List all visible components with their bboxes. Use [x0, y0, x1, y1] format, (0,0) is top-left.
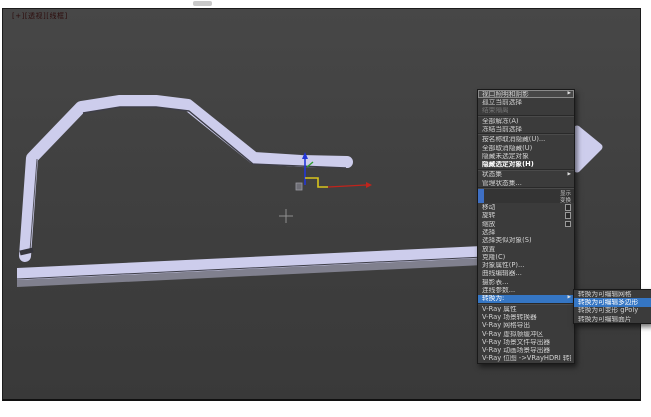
menu-item[interactable]: V-Ray 场景转换器 — [478, 313, 574, 321]
menu-item[interactable]: 隐藏选定对象(H) — [478, 160, 574, 168]
menu-item-label: 移动 — [482, 204, 563, 211]
menu-item-label: V-Ray 位图 ->VRayHDRI 转换器 — [482, 355, 571, 362]
menu-item-label: 曲线编辑器... — [482, 270, 571, 277]
menu-item-label: V-Ray 虚拟帧缓冲区 — [482, 331, 571, 338]
menu-item[interactable]: V-Ray 位图 ->VRayHDRI 转换器 — [478, 355, 574, 363]
submenu-arrow-icon: ▶ — [568, 92, 571, 97]
settings-box-icon[interactable] — [565, 204, 572, 211]
menu-item[interactable]: 视口照明和阴影▶ — [478, 90, 574, 98]
menu-item-label: 管理状态集... — [482, 180, 571, 187]
menu-item[interactable]: 缩放 — [478, 220, 574, 228]
ribbon-shape[interactable] — [25, 101, 347, 256]
menu-item[interactable]: V-Ray 网格导出 — [478, 321, 574, 329]
menu-item-label: 隐藏未选定对象 — [482, 153, 571, 160]
menu-item-label: 选择 — [482, 229, 571, 236]
menu-item[interactable]: 转换为可编辑多边形 — [574, 298, 651, 306]
menu-item-label: 转换为可编辑网格 — [578, 291, 648, 298]
menu-item-label: 视口照明和阴影 — [482, 91, 567, 98]
menu-item-label: V-Ray 网格导出 — [482, 322, 571, 329]
menu-item[interactable]: 管理状态集... — [478, 179, 574, 187]
convert-to-submenu: 转换为可编辑网格转换为可编辑多边形转换为可变形 gPoly 转换为可编辑面片 — [573, 289, 651, 324]
quad-context-menu: 视口照明和阴影▶孤立当前选择结束隔离全部解冻(A)冻结当前选择按名称取消隐藏(U… — [477, 89, 575, 364]
menu-item-label: 转换为可编辑多边形 — [578, 299, 648, 306]
menu-item-label: 转换为: — [482, 295, 567, 302]
menu-item[interactable]: 摄影表... — [478, 278, 574, 286]
menu-item-label: 状态集 — [482, 171, 567, 178]
menu-item-label: V-Ray 属性 — [482, 306, 571, 313]
gizmo-x-arrowhead — [366, 182, 372, 188]
menu-item[interactable]: 转换为:▶ — [478, 295, 574, 303]
menu-item[interactable]: 按名称取消隐藏(U)... — [478, 135, 574, 143]
gizmo-center-box — [296, 183, 302, 190]
menu-item-label: 放置 — [482, 246, 571, 253]
menu-item-label: 全部取消隐藏(U) — [482, 145, 571, 152]
crosshair-icon — [279, 209, 293, 223]
menu-item-label: 按名称取消隐藏(U)... — [482, 136, 571, 143]
menu-item-label: 冻结当前选择 — [482, 126, 571, 133]
quad-marker-icon — [478, 189, 484, 196]
menu-item[interactable]: 选择 — [478, 228, 574, 236]
menu-item-label: V-Ray 场景文件导出器 — [482, 339, 571, 346]
menu-item-label: 隐藏选定对象(H) — [482, 161, 571, 168]
menu-item[interactable]: 对象属性(P)... — [478, 261, 574, 269]
menu-item-label: 转换为可变形 gPoly — [578, 307, 648, 314]
menu-item[interactable]: 转换为可编辑网格 — [574, 290, 651, 298]
menu-item[interactable]: 曲线编辑器... — [478, 270, 574, 278]
menu-item-label: 孤立当前选择 — [482, 99, 571, 106]
page-artifact-smudge — [193, 1, 212, 6]
menu-item[interactable]: 全部取消隐藏(U) — [478, 144, 574, 152]
menu-item[interactable]: 转换为可编辑面片 — [574, 315, 651, 323]
menu-item[interactable]: 冻结当前选择 — [478, 125, 574, 133]
viewport-label[interactable]: [+][透视][线框] — [12, 12, 68, 20]
menu-item[interactable]: 放置 — [478, 245, 574, 253]
menu-item[interactable]: 转换为可变形 gPoly — [574, 307, 651, 315]
gizmo-x-axis[interactable] — [328, 185, 366, 187]
menu-item[interactable]: V-Ray 动画场景导出器 — [478, 346, 574, 354]
menu-item[interactable]: 连线参数... — [478, 286, 574, 294]
menu-item[interactable]: 旋转 — [478, 212, 574, 220]
menu-item-label: 选择类似对象(S) — [482, 237, 571, 244]
quad-title-label: 变换 — [560, 196, 571, 204]
menu-item-label: 缩放 — [482, 221, 563, 228]
menu-item-label: 克隆(C) — [482, 254, 571, 261]
3d-viewport[interactable]: [+][透视][线框] 视口照明和阴影▶孤立当前选择结束隔离全部解冻(A)冻结当… — [2, 8, 641, 401]
menu-item[interactable]: V-Ray 属性 — [478, 305, 574, 313]
menu-item[interactable]: 选择类似对象(S) — [478, 236, 574, 244]
menu-item[interactable]: 全部解冻(A) — [478, 117, 574, 125]
ribbon-end-cap — [20, 250, 33, 253]
menu-item[interactable]: 孤立当前选择 — [478, 98, 574, 106]
settings-box-icon[interactable] — [565, 221, 572, 228]
menu-item-label: 结束隔离 — [482, 107, 571, 114]
menu-item-label: 全部解冻(A) — [482, 118, 571, 125]
menu-item[interactable]: V-Ray 场景文件导出器 — [478, 338, 574, 346]
gizmo-xy-plane-handle[interactable] — [305, 178, 328, 187]
menu-item-label: V-Ray 场景转换器 — [482, 314, 571, 321]
menu-item-label: 摄影表... — [482, 279, 571, 286]
menu-item[interactable]: V-Ray 虚拟帧缓冲区 — [478, 330, 574, 338]
menu-item[interactable]: 隐藏未选定对象 — [478, 152, 574, 160]
menu-item-label: 旋转 — [482, 212, 563, 219]
quad-title-row[interactable]: 变换 — [478, 196, 574, 203]
menu-item[interactable]: 状态集▶ — [478, 171, 574, 179]
settings-box-icon[interactable] — [565, 212, 572, 219]
menu-item-label: 转换为可编辑面片 — [578, 316, 648, 323]
menu-item-label: 连线参数... — [482, 287, 571, 294]
menu-item-label: V-Ray 动画场景导出器 — [482, 347, 571, 354]
menu-item[interactable]: 克隆(C) — [478, 253, 574, 261]
quad-marker-icon — [478, 196, 484, 203]
arrow-shape[interactable] — [577, 129, 599, 169]
menu-item[interactable]: 结束隔离 — [478, 107, 574, 115]
submenu-arrow-icon: ▶ — [568, 296, 571, 301]
menu-item[interactable]: 移动 — [478, 203, 574, 211]
menu-item-label: 对象属性(P)... — [482, 262, 571, 269]
submenu-arrow-icon: ▶ — [568, 173, 571, 178]
